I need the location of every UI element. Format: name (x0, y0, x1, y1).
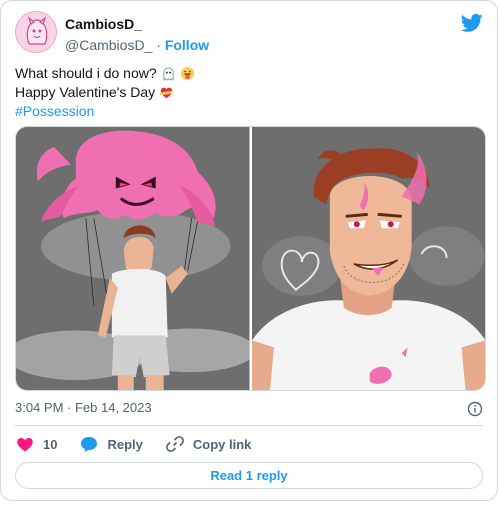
copy-link-label: Copy link (192, 436, 252, 452)
twitter-bird-icon[interactable] (461, 13, 483, 33)
tweet-text-line-2: Happy Valentine's Day (15, 83, 483, 102)
tweet-actions: 10 Reply Copy link (15, 432, 483, 456)
tweet-card: CambiosD_ @CambiosD_ · Follow What shoul… (0, 0, 498, 501)
follow-button[interactable]: Follow (165, 37, 209, 53)
avatar-image (16, 12, 56, 52)
author-handle[interactable]: @CambiosD_ (65, 37, 152, 53)
author-info: CambiosD_ @CambiosD_ · Follow (65, 15, 209, 55)
tweet-text-1: What should i do now? (15, 65, 157, 81)
avatar[interactable] (15, 11, 57, 53)
ghost-emoji (162, 67, 174, 81)
reply-label: Reply (107, 436, 143, 452)
handle-row: @CambiosD_ · Follow (65, 35, 209, 55)
hashtag-link[interactable]: #Possession (15, 102, 94, 121)
separator-dot: · (156, 37, 161, 53)
like-count: 10 (43, 436, 58, 452)
tongue-face-emoji (180, 66, 194, 81)
illustration-ghost-possession (16, 127, 250, 390)
tweet-text-line-3: #Possession (15, 102, 483, 121)
tweet-text-2: Happy Valentine's Day (15, 84, 156, 100)
speech-bubble-icon (81, 437, 98, 452)
media-image-right[interactable] (251, 127, 485, 390)
heart-icon (17, 437, 33, 452)
tweet-header: CambiosD_ @CambiosD_ · Follow (15, 11, 483, 55)
reply-button[interactable]: Reply (79, 434, 143, 454)
info-icon[interactable] (467, 401, 483, 417)
tweet-text: What should i do now? Happy Valentine's … (15, 64, 483, 121)
like-button[interactable]: 10 (15, 434, 57, 454)
link-icon (165, 436, 184, 452)
media-image-left[interactable] (16, 127, 250, 390)
tweet-media[interactable] (15, 126, 486, 391)
author-name[interactable]: CambiosD_ (65, 15, 209, 33)
copy-link-button[interactable]: Copy link (165, 434, 252, 454)
heart-ribbon-emoji (160, 87, 173, 99)
read-replies-button[interactable]: Read 1 reply (15, 462, 483, 489)
divider (15, 425, 483, 426)
illustration-portrait (251, 127, 485, 390)
tweet-meta: 3:04 PM · Feb 14, 2023 (15, 400, 483, 420)
tweet-text-line-1: What should i do now? (15, 64, 483, 83)
timestamp[interactable]: 3:04 PM · Feb 14, 2023 (15, 400, 152, 415)
